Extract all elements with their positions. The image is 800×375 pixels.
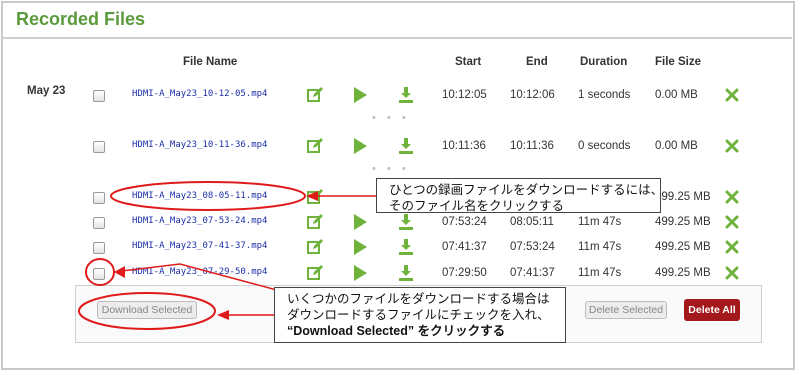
row-select-checkbox[interactable] — [93, 141, 105, 153]
callout-line: いくつかのファイルをダウンロードする場合は — [287, 292, 550, 306]
page-title: Recorded Files — [16, 9, 146, 29]
end-time: 07:53:24 — [510, 241, 555, 253]
edit-icon[interactable] — [306, 137, 324, 155]
file-size: 499.25 MB — [655, 216, 711, 228]
edit-icon[interactable] — [306, 238, 324, 256]
callout-line: “Download Selected” をクリックする — [287, 324, 506, 338]
column-header-end: End — [526, 56, 548, 68]
file-name-link[interactable]: HDMI-A_May23_10-12-05.mp4 — [132, 89, 267, 99]
download-selected-button[interactable]: Download Selected — [97, 301, 197, 319]
file-name-link[interactable]: HDMI-A_May23_10-11-36.mp4 — [132, 140, 267, 150]
download-icon[interactable] — [397, 238, 415, 256]
end-time: 10:12:06 — [510, 89, 555, 101]
duration: 0 seconds — [578, 140, 631, 152]
row-select-checkbox[interactable] — [93, 268, 105, 280]
file-size: 0.00 MB — [655, 140, 698, 152]
play-icon[interactable] — [351, 213, 369, 231]
start-time: 07:41:37 — [442, 241, 487, 253]
more-rows-ellipsis: • • • — [372, 112, 410, 124]
start-time: 10:12:05 — [442, 89, 487, 101]
file-size: 499.25 MB — [655, 191, 711, 203]
file-size: 0.00 MB — [655, 89, 698, 101]
delete-all-button[interactable]: Delete All — [684, 299, 740, 321]
more-rows-ellipsis: • • • — [372, 163, 410, 175]
file-size: 499.25 MB — [655, 267, 711, 279]
start-time: 07:29:50 — [442, 267, 487, 279]
play-icon[interactable] — [351, 264, 369, 282]
single-download-callout: ひとつの録画ファイルをダウンロードするには、 そのファイル名をクリックする — [376, 178, 664, 213]
row-select-checkbox[interactable] — [93, 242, 105, 254]
row-select-checkbox[interactable] — [93, 90, 105, 102]
callout-line: ひとつの録画ファイルをダウンロードするには、 — [389, 183, 664, 197]
column-header-file-name: File Name — [183, 56, 238, 68]
delete-x-icon[interactable] — [725, 88, 739, 102]
table-row: HDMI-A_May23_10-12-05.mp4 10:12:05 10:12… — [0, 86, 800, 110]
delete-x-icon[interactable] — [725, 266, 739, 280]
table-row: HDMI-A_May23_07-53-24.mp4 07:53:24 08:05… — [0, 213, 800, 237]
row-select-checkbox[interactable] — [93, 217, 105, 229]
callout-line: そのファイル名をクリックする — [389, 199, 565, 213]
column-header-duration: Duration — [580, 56, 628, 68]
edit-icon[interactable] — [306, 188, 324, 206]
delete-selected-button[interactable]: Delete Selected — [585, 301, 667, 319]
play-icon[interactable] — [351, 137, 369, 155]
download-icon[interactable] — [397, 137, 415, 155]
duration: 1 seconds — [578, 89, 631, 101]
duration: 11m 47s — [578, 216, 622, 228]
row-select-checkbox[interactable] — [93, 192, 105, 204]
end-time: 07:41:37 — [510, 267, 555, 279]
file-name-link[interactable]: HDMI-A_May23_07-53-24.mp4 — [132, 216, 267, 226]
end-time: 10:11:36 — [510, 140, 554, 152]
start-time: 07:53:24 — [442, 216, 487, 228]
end-time: 08:05:11 — [510, 216, 554, 228]
download-icon[interactable] — [397, 86, 415, 104]
column-header-start: Start — [455, 56, 482, 68]
table-row: HDMI-A_May23_10-11-36.mp4 10:11:36 10:11… — [0, 137, 800, 161]
duration: 11m 47s — [578, 241, 622, 253]
delete-x-icon[interactable] — [725, 240, 739, 254]
start-time: 10:11:36 — [442, 140, 486, 152]
play-icon[interactable] — [351, 86, 369, 104]
play-icon[interactable] — [351, 238, 369, 256]
file-name-link[interactable]: HDMI-A_May23_08-05-11.mp4 — [132, 191, 267, 201]
table-row: HDMI-A_May23_07-41-37.mp4 07:41:37 07:53… — [0, 238, 800, 262]
edit-icon[interactable] — [306, 264, 324, 282]
duration: 11m 47s — [578, 267, 622, 279]
file-size: 499.25 MB — [655, 241, 711, 253]
file-name-link[interactable]: HDMI-A_May23_07-41-37.mp4 — [132, 241, 267, 251]
download-icon[interactable] — [397, 213, 415, 231]
multiple-download-callout: いくつかのファイルをダウンロードする場合は ダウンロードするファイルにチェックを… — [274, 287, 566, 343]
file-name-link[interactable]: HDMI-A_May23_07-29-50.mp4 — [132, 267, 267, 277]
edit-icon[interactable] — [306, 213, 324, 231]
edit-icon[interactable] — [306, 86, 324, 104]
title-divider — [2, 37, 792, 39]
column-header-file-size: File Size — [655, 56, 702, 68]
delete-x-icon[interactable] — [725, 139, 739, 153]
delete-x-icon[interactable] — [725, 215, 739, 229]
delete-x-icon[interactable] — [725, 190, 739, 204]
download-icon[interactable] — [397, 264, 415, 282]
callout-line: ダウンロードするファイルにチェックを入れ、 — [287, 308, 550, 322]
